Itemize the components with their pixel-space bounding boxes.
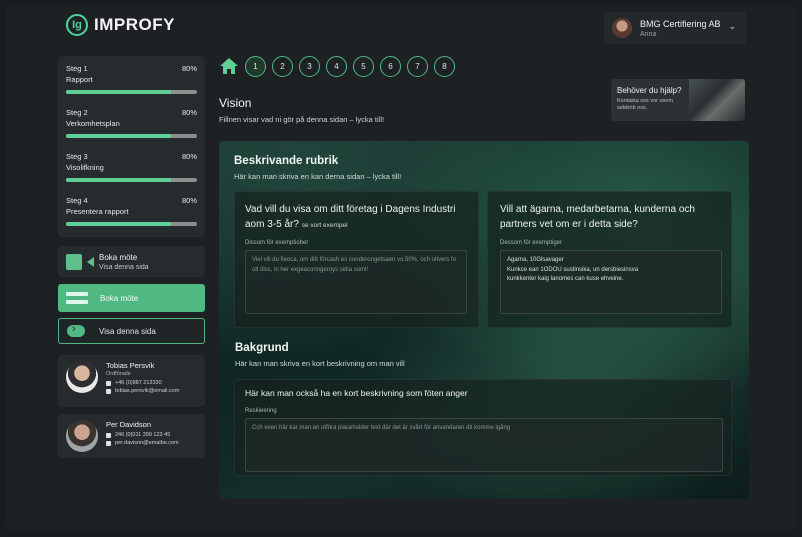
contact-card: Per Davidson 246 (0)011 399 123 45 per.d… [58, 414, 205, 458]
view-page-button[interactable]: Visa denna sida [58, 318, 205, 344]
booking-card[interactable]: Boka möte Visa denna sida [58, 246, 205, 277]
step-progress-fill [66, 178, 171, 182]
step-nav-5[interactable]: 5 [353, 56, 374, 77]
contact-card: Tobias Persvik Ordförade +46 (0)887 2133… [58, 355, 205, 407]
step-progress-bar [66, 134, 197, 138]
question-card: Här kan man också ha en kort beskrivning… [234, 379, 732, 476]
contact-email-row[interactable]: per.davison@emaibe.com [106, 440, 179, 446]
step-name: Rapport [66, 75, 93, 84]
avatar [612, 18, 632, 38]
step-item[interactable]: Steg 2 Verkomhetsplan 80% [66, 108, 197, 152]
booking-subtitle: Visa denna sida [99, 263, 149, 271]
field-line: Agarna, 10Glsavager [507, 257, 564, 263]
step-label: Steg 4 [66, 196, 88, 205]
brand-logo[interactable]: Ig IMPROFY [66, 14, 175, 36]
view-page-label: Visa denna sida [99, 326, 156, 336]
contact-name: Per Davidson [106, 420, 152, 429]
question-card: Vad vill du visa om ditt företag i Dagen… [234, 191, 479, 328]
step-name: Visolifkning [66, 163, 104, 172]
stakeholder-answer-field[interactable]: Agarna, 10Glsavager Kunkce ean 1ODOU sus… [500, 250, 722, 314]
help-title: Behöver du hjälp? [617, 86, 682, 95]
brand-name: IMPROFY [94, 15, 175, 34]
page-subtitle: Fillnen visar vad ni gör på denna sidan … [219, 115, 385, 124]
contact-name: Tobias Persvik [106, 361, 155, 370]
book-meeting-label: Boka möte [100, 293, 139, 303]
step-label: Steg 3 [66, 152, 88, 161]
step-percent: 80% [181, 152, 197, 161]
field-label: Dissom för exemptiober [245, 240, 309, 246]
phone-icon [106, 380, 111, 386]
page-title: Vision [219, 96, 252, 110]
step-nav-7[interactable]: 7 [407, 56, 428, 77]
step-progress-bar [66, 178, 197, 182]
steps-progress-card: Steg 1 Rapport 80% Steg 2 Verkomhetsplan… [58, 56, 205, 237]
phone-icon [106, 432, 111, 438]
logo-icon: Ig [66, 14, 88, 36]
avatar [66, 361, 98, 393]
account-switcher[interactable]: BMG Certifiering AB Anna ⌄ [604, 12, 746, 44]
contact-phone-row[interactable]: +46 (0)887 213330 [106, 380, 179, 386]
contact-phone-row[interactable]: 246 (0)011 399 123 45 [106, 432, 179, 438]
background-answer-field[interactable]: Cch exen här kar man en utföra placehold… [245, 418, 723, 472]
section-subtitle: Här kan man skriva en kan derna sidan – … [234, 172, 402, 181]
contact-email: tobias.persvik@email.com [115, 388, 180, 394]
step-item[interactable]: Steg 3 Visolifkning 80% [66, 152, 197, 196]
mail-icon [106, 440, 111, 446]
section-title: Beskrivande rubrik [234, 155, 339, 167]
contact-phone: +46 (0)887 213330 [115, 380, 162, 386]
step-label: Steg 2 [66, 108, 88, 117]
question-card: Vill att ägarna, medarbetarna, kunderna … [487, 191, 732, 328]
field-line: kunkkenter kaig lanomes can kuse ehveine… [507, 276, 624, 283]
step-progress-fill [66, 90, 171, 94]
step-percent: 80% [181, 196, 197, 205]
question-label: Här kan man också ha en kort beskrivning… [245, 388, 468, 398]
field-label: Dessom för exemptiger [500, 240, 563, 246]
vision-answer-field[interactable]: Viel vill du fieoca, om ditt förcash es … [245, 250, 467, 314]
contact-role: Ordförade [106, 371, 131, 377]
step-percent: 80% [181, 64, 197, 73]
contact-phone: 246 (0)011 399 123 45 [115, 432, 171, 438]
step-progress-bar [66, 222, 197, 226]
step-progress-fill [66, 134, 171, 138]
help-text: Kontakta oss vor osem sekkinb oss. [617, 98, 673, 112]
step-name: Verkomhetsplan [66, 119, 120, 128]
mail-icon [106, 388, 111, 394]
step-nav-1[interactable]: 1 [245, 56, 266, 77]
step-nav-8[interactable]: 8 [434, 56, 455, 77]
step-nav-6[interactable]: 6 [380, 56, 401, 77]
section-title: Bakgrund [235, 342, 289, 354]
book-meeting-button[interactable]: Boka möte [58, 284, 205, 312]
field-label: Reskieering [245, 408, 277, 414]
step-item[interactable]: Steg 4 Presentera rapport 80% [66, 196, 197, 240]
question-label: Vad vill du visa om ditt företag i Dagen… [245, 204, 456, 230]
home-icon[interactable] [220, 58, 238, 74]
calendar-icon [66, 292, 88, 304]
question-text: Vad vill du visa om ditt företag i Dagen… [245, 202, 473, 232]
account-company: BMG Certifiering AB [640, 18, 721, 29]
avatar [66, 420, 98, 452]
step-progress-bar [66, 90, 197, 94]
video-camera-icon [66, 253, 94, 270]
step-nav-4[interactable]: 4 [326, 56, 347, 77]
step-percent: 80% [181, 108, 197, 117]
step-progress-fill [66, 222, 171, 226]
help-card[interactable]: Behöver du hjälp? Kontakta oss vor osem … [611, 79, 745, 121]
main-panel: Beskrivande rubrik Här kan man skriva en… [219, 141, 749, 499]
contact-email-row[interactable]: tobias.persvik@email.com [106, 388, 179, 394]
section-subtitle: Här kan man skriva en kort beskrivning o… [235, 359, 405, 368]
help-image [689, 79, 745, 121]
step-name: Presentera rapport [66, 207, 129, 216]
chevron-down-icon[interactable]: ⌄ [728, 21, 736, 32]
booking-title: Boka möte [99, 252, 138, 262]
step-nav-2[interactable]: 2 [272, 56, 293, 77]
account-user: Anna [640, 30, 657, 38]
question-label: Vill att ägarna, medarbetarna, kunderna … [500, 204, 695, 230]
arrow-right-icon [67, 323, 85, 337]
step-item[interactable]: Steg 1 Rapport 80% [66, 64, 197, 108]
step-label: Steg 1 [66, 64, 88, 73]
step-nav-3[interactable]: 3 [299, 56, 320, 77]
field-line: Kunkce ean 1ODOU sustinsika, un dersbies… [507, 266, 639, 273]
contact-email: per.davison@emaibe.com [115, 440, 179, 446]
example-link[interactable]: se vort exempel [302, 222, 348, 229]
